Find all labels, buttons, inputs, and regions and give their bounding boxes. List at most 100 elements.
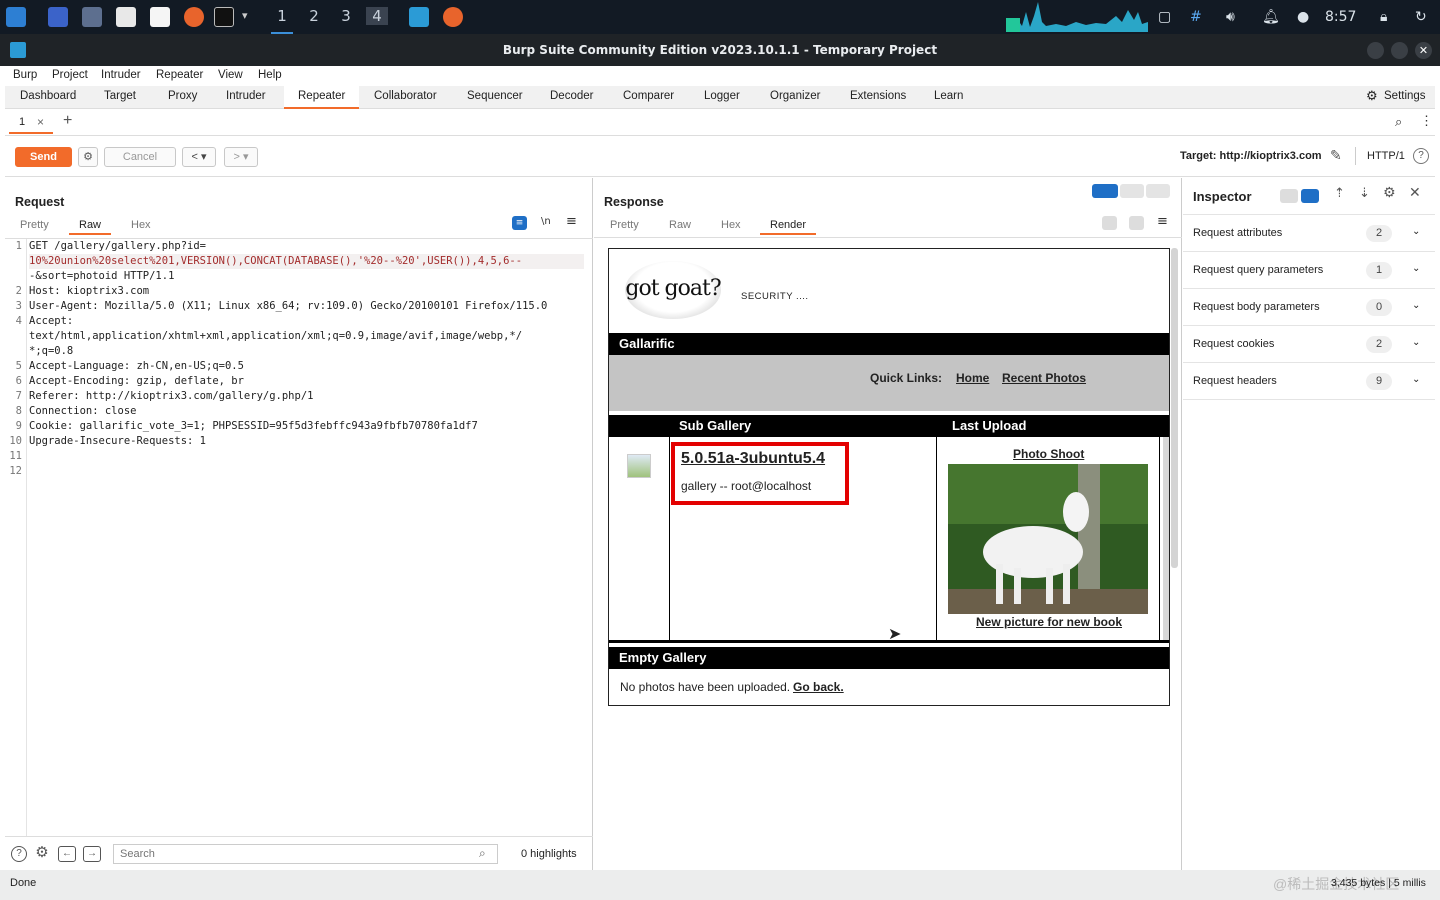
wrap-lines-icon[interactable] [1102, 216, 1117, 230]
response-tab-hex[interactable]: Hex [721, 219, 741, 231]
response-tab-raw[interactable]: Raw [669, 219, 691, 231]
menu-burp[interactable]: Burp [13, 69, 37, 81]
desktop-icon[interactable] [48, 7, 68, 27]
home-link[interactable]: Home [956, 371, 989, 385]
chevron-down-icon[interactable]: ⌄ [1412, 337, 1420, 348]
layout-tabs-icon[interactable] [1146, 184, 1170, 198]
tab-comparer[interactable]: Comparer [623, 90, 674, 102]
gear-icon[interactable]: ⚙ [34, 845, 50, 862]
inspector-cookies[interactable]: Request cookies 2 ⌄ [1183, 326, 1435, 363]
request-tab-pretty[interactable]: Pretty [20, 219, 49, 231]
tab-collaborator[interactable]: Collaborator [374, 90, 437, 102]
clock[interactable]: 8:57 [1325, 9, 1356, 25]
app-menu-icon[interactable] [6, 7, 26, 27]
chevron-down-icon[interactable]: ⌄ [1412, 300, 1420, 311]
close-window-button[interactable]: ✕ [1415, 42, 1432, 59]
recent-photos-link[interactable]: Recent Photos [1002, 371, 1086, 385]
firefox-taskbar-icon[interactable] [443, 7, 463, 27]
tab-sequencer[interactable]: Sequencer [467, 90, 523, 102]
lock-icon[interactable]: 🔒︎ [1380, 9, 1387, 25]
screen-icon[interactable] [82, 7, 102, 27]
search-input[interactable] [113, 844, 498, 864]
menu-project[interactable]: Project [52, 69, 88, 81]
power-status-icon[interactable]: ● [1297, 9, 1309, 25]
edit-target-pencil-icon[interactable]: ✎ [1330, 147, 1342, 164]
burp-taskbar-icon[interactable] [409, 7, 429, 27]
previous-match-arrow-icon[interactable]: ← [58, 846, 76, 862]
tab-extensions[interactable]: Extensions [850, 90, 906, 102]
request-tab-raw[interactable]: Raw [69, 219, 112, 235]
http-version-toggle[interactable]: HTTP/1 [1367, 150, 1405, 162]
go-back-link[interactable]: Go back. [793, 680, 844, 694]
settings-button[interactable]: Settings [1384, 90, 1426, 102]
layout-stacked-icon[interactable] [1120, 184, 1144, 198]
minimize-button[interactable] [1367, 42, 1384, 59]
chevron-down-icon[interactable]: ▾ [242, 9, 248, 22]
add-tab-button[interactable]: + [63, 112, 72, 130]
inspector-body-parameters[interactable]: Request body parameters 0 ⌄ [1183, 289, 1435, 326]
menu-view[interactable]: View [218, 69, 243, 81]
chevron-down-icon[interactable]: ⌄ [1412, 226, 1420, 237]
inspector-layout-icon[interactable] [1280, 189, 1298, 203]
goat-photo[interactable] [948, 464, 1148, 614]
menu-help[interactable]: Help [258, 69, 282, 81]
cancel-button[interactable]: Cancel [104, 147, 176, 167]
tab-learn[interactable]: Learn [934, 90, 963, 102]
response-menu-icon[interactable]: ≡ [1157, 214, 1168, 229]
target-label[interactable]: Target: http://kioptrix3.com [1180, 150, 1322, 162]
response-scrollbar[interactable] [1171, 248, 1178, 568]
show-newlines-icon[interactable]: \n [541, 216, 551, 227]
response-tab-render[interactable]: Render [760, 219, 817, 235]
workspace-2[interactable]: 2 [303, 7, 325, 25]
close-icon[interactable]: ✕ [1409, 185, 1421, 201]
history-back-button[interactable]: < ▾ [182, 147, 216, 167]
workspace-1[interactable]: 1 [271, 7, 293, 34]
text-editor-icon[interactable] [150, 7, 170, 27]
photo-title-link[interactable]: Photo Shoot [1013, 447, 1084, 461]
send-settings-gear-icon[interactable]: ⚙ [78, 147, 98, 167]
grid-icon[interactable]: # [1190, 9, 1202, 25]
send-button[interactable]: Send [15, 147, 72, 167]
menu-intruder[interactable]: Intruder [101, 69, 141, 81]
help-icon[interactable]: ? [1413, 148, 1429, 164]
response-tab-pretty[interactable]: Pretty [610, 219, 639, 231]
tab-intruder[interactable]: Intruder [226, 90, 266, 102]
workspace-3[interactable]: 3 [335, 7, 357, 25]
search-icon[interactable]: ⌕ [1395, 114, 1402, 130]
menu-repeater[interactable]: Repeater [156, 69, 203, 81]
request-menu-icon[interactable]: ≡ [566, 214, 577, 229]
file-manager-icon[interactable] [116, 7, 136, 27]
wrap-lines-icon[interactable]: ≡ [512, 216, 527, 230]
tab-repeater[interactable]: Repeater [284, 86, 360, 109]
request-editor[interactable]: 1 2 3 4 5 6 7 8 9 10 11 12 GET /gallery/… [5, 238, 593, 837]
history-forward-button[interactable]: > ▾ [224, 147, 258, 167]
collapse-all-icon[interactable]: ⇣ [1359, 186, 1370, 201]
tab-logger[interactable]: Logger [704, 90, 740, 102]
request-tab-hex[interactable]: Hex [131, 219, 151, 231]
tab-organizer[interactable]: Organizer [770, 90, 821, 102]
help-icon[interactable]: ? [11, 846, 27, 862]
inspector-request-attributes[interactable]: Request attributes 2 ⌄ [1183, 215, 1435, 252]
maximize-button[interactable] [1391, 42, 1408, 59]
more-options-icon[interactable]: ⋮ [1420, 113, 1433, 129]
chevron-down-icon[interactable]: ⌄ [1412, 374, 1420, 385]
photo-caption-link[interactable]: New picture for new book [976, 615, 1122, 629]
workspace-4[interactable]: 4 [366, 7, 388, 25]
terminal-icon[interactable] [214, 7, 234, 27]
show-newlines-icon[interactable] [1129, 216, 1144, 230]
volume-icon[interactable]: 🔊︎ [1226, 9, 1235, 25]
bell-icon[interactable]: 🔔︎ [1262, 9, 1280, 25]
expand-all-icon[interactable]: ⇡ [1334, 186, 1345, 201]
gear-icon[interactable]: ⚙ [1383, 185, 1396, 201]
gear-icon[interactable]: ⚙ [1366, 88, 1378, 104]
tab-dashboard[interactable]: Dashboard [20, 90, 76, 102]
tab-decoder[interactable]: Decoder [550, 90, 593, 102]
inspector-query-parameters[interactable]: Request query parameters 1 ⌄ [1183, 252, 1435, 289]
inspector-layout-active-icon[interactable] [1301, 189, 1319, 203]
repeater-tab-1[interactable]: 1 × [9, 112, 53, 134]
inspector-headers[interactable]: Request headers 9 ⌄ [1183, 363, 1435, 400]
mysql-version-link[interactable]: 5.0.51a-3ubuntu5.4 [681, 450, 825, 468]
tab-target[interactable]: Target [104, 90, 136, 102]
tab-proxy[interactable]: Proxy [168, 90, 197, 102]
layout-side-by-side-icon[interactable] [1092, 184, 1118, 198]
